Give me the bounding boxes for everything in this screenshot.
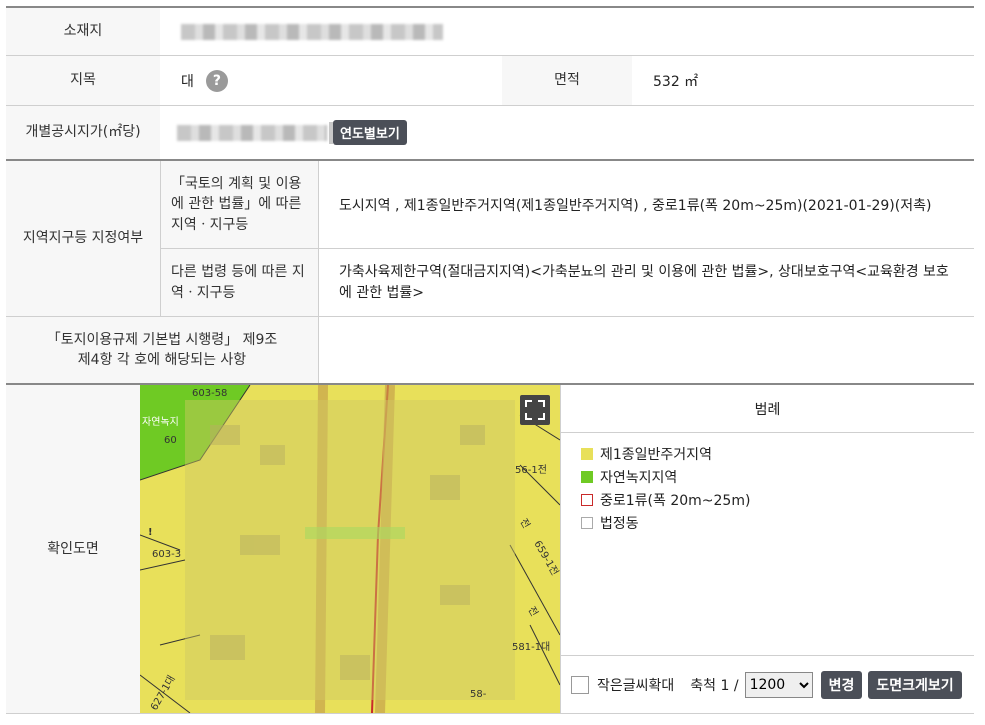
parcel-highlight (305, 527, 405, 539)
legend-item-label: 자연녹지지역 (600, 469, 678, 486)
map-label-11: 58- (470, 689, 487, 700)
other-law-value: 가축사육제한구역(절대금지지역)<가축분뇨의 관리 및 이용에 관한 법률>, … (319, 249, 974, 316)
map-view[interactable]: 603-58 자연녹지 60 603-3 56-1전 전 659-1전 전 58… (140, 385, 560, 713)
map-label-4: 603-3 (152, 549, 181, 560)
legend-item: 자연녹지지역 (581, 465, 961, 488)
area-value: 532 ㎡ (633, 56, 974, 105)
enlarge-map-button[interactable]: 도면크게보기 (868, 670, 962, 699)
legend-swatch-red-outline (581, 493, 593, 506)
national-law-label-text: 「국토의 계획 및 이용에 관한 법률」에 따른 지역ㆍ지구등 (171, 176, 302, 233)
location-value-redacted (181, 23, 443, 40)
map-label-6: 전 (517, 517, 532, 531)
other-law-value-text: 가축사육제한구역(절대금지지역)<가축분뇨의 관리 및 이용에 관한 법률>, … (339, 263, 949, 301)
location-value (161, 8, 974, 55)
map-label-2: 자연녹지 (142, 416, 179, 428)
scale-select[interactable]: 1200 (744, 671, 813, 698)
national-law-value: 도시지역 , 제1종일반주거지역(제1종일반주거지역) , 중로1류(폭 20m… (319, 161, 974, 248)
expand-icon-glyph (525, 400, 545, 420)
land-category-label: 지목 (6, 56, 160, 105)
map-label-10: 627-1대 (148, 673, 178, 712)
land-category-value: 대 ? (161, 56, 501, 105)
other-law-label-text: 다른 법령 등에 따른 지역ㆍ지구등 (171, 264, 305, 301)
map-label-text: 확인도면 (47, 540, 99, 557)
enforcement-value (319, 317, 974, 383)
national-law-value-text: 도시지역 , 제1종일반주거지역(제1종일반주거지역) , 중로1류(폭 20m… (339, 197, 932, 214)
scale-label: 축척 1 / (690, 677, 739, 694)
official-price-value: 연도별보기 (161, 106, 974, 159)
legend-swatch-yellow (581, 447, 593, 460)
legend-swatch-gray-outline (581, 516, 593, 529)
official-price-label-text: 개별공시지가(㎡당) (25, 124, 141, 141)
area-value-text: 532 ㎡ (653, 73, 699, 90)
zoning-label-text: 지역지구등 지정여부 (22, 230, 144, 247)
official-price-redacted (177, 124, 327, 141)
map-label-7: 659-1전 (531, 539, 560, 578)
other-law-label: 다른 법령 등에 따른 지역ㆍ지구등 (161, 249, 318, 316)
map-label-5: 56-1전 (515, 464, 547, 476)
legend-item: 중로1류(폭 20m~25m) (581, 488, 961, 511)
map-label-3: 60 (164, 435, 177, 446)
land-category-label-text: 지목 (70, 72, 96, 89)
yearly-view-button[interactable]: 연도별보기 (333, 120, 407, 145)
map-canvas: 603-58 자연녹지 60 603-3 56-1전 전 659-1전 전 58… (140, 385, 560, 713)
map-controls: 작은글씨확대 축척 1 / 1200 변경 도면크게보기 (561, 655, 974, 713)
help-icon[interactable]: ? (205, 69, 228, 92)
map-label-1: 603-58 (192, 388, 227, 399)
legend-item: 법정동 (581, 511, 961, 534)
enlarge-label: 작은글씨확대 (597, 677, 675, 694)
legend-item-label: 제1종일반주거지역 (600, 446, 712, 463)
legend-item: 제1종일반주거지역 (581, 442, 961, 465)
enlarge-checkbox[interactable] (571, 675, 589, 694)
legend-item-label: 중로1류(폭 20m~25m) (600, 492, 751, 509)
zoning-label: 지역지구등 지정여부 (6, 161, 160, 316)
change-scale-button[interactable]: 변경 (820, 670, 863, 699)
official-price-label: 개별공시지가(㎡당) (6, 106, 160, 159)
location-label-text: 소재지 (63, 23, 103, 40)
legend-title: 범례 (561, 385, 974, 433)
map-label: 확인도면 (6, 385, 140, 713)
map-marker-symbol: ! (148, 527, 153, 538)
area-label: 면적 (502, 56, 632, 105)
legend-list: 제1종일반주거지역 자연녹지지역 중로1류(폭 20m~25m) 법정동 (581, 442, 961, 534)
land-category-value-text: 대 (181, 73, 194, 90)
enforcement-label: 「토지이용규제 기본법 시행령」 제9조 제4항 각 호에 해당되는 사항 (6, 317, 318, 383)
map-label-8: 전 (525, 605, 540, 619)
legend-item-label: 법정동 (600, 515, 639, 532)
national-law-label: 「국토의 계획 및 이용에 관한 법률」에 따른 지역ㆍ지구등 (161, 161, 318, 248)
fullscreen-icon[interactable] (520, 395, 550, 425)
legend-title-text: 범례 (754, 401, 781, 418)
map-label-9: 581-1대 (512, 641, 550, 653)
location-label: 소재지 (6, 8, 160, 55)
area-label-text: 면적 (554, 72, 580, 89)
legend-swatch-green (581, 470, 593, 483)
enforcement-label-text: 「토지이용규제 기본법 시행령」 제9조 제4항 각 호에 해당되는 사항 (46, 331, 278, 368)
